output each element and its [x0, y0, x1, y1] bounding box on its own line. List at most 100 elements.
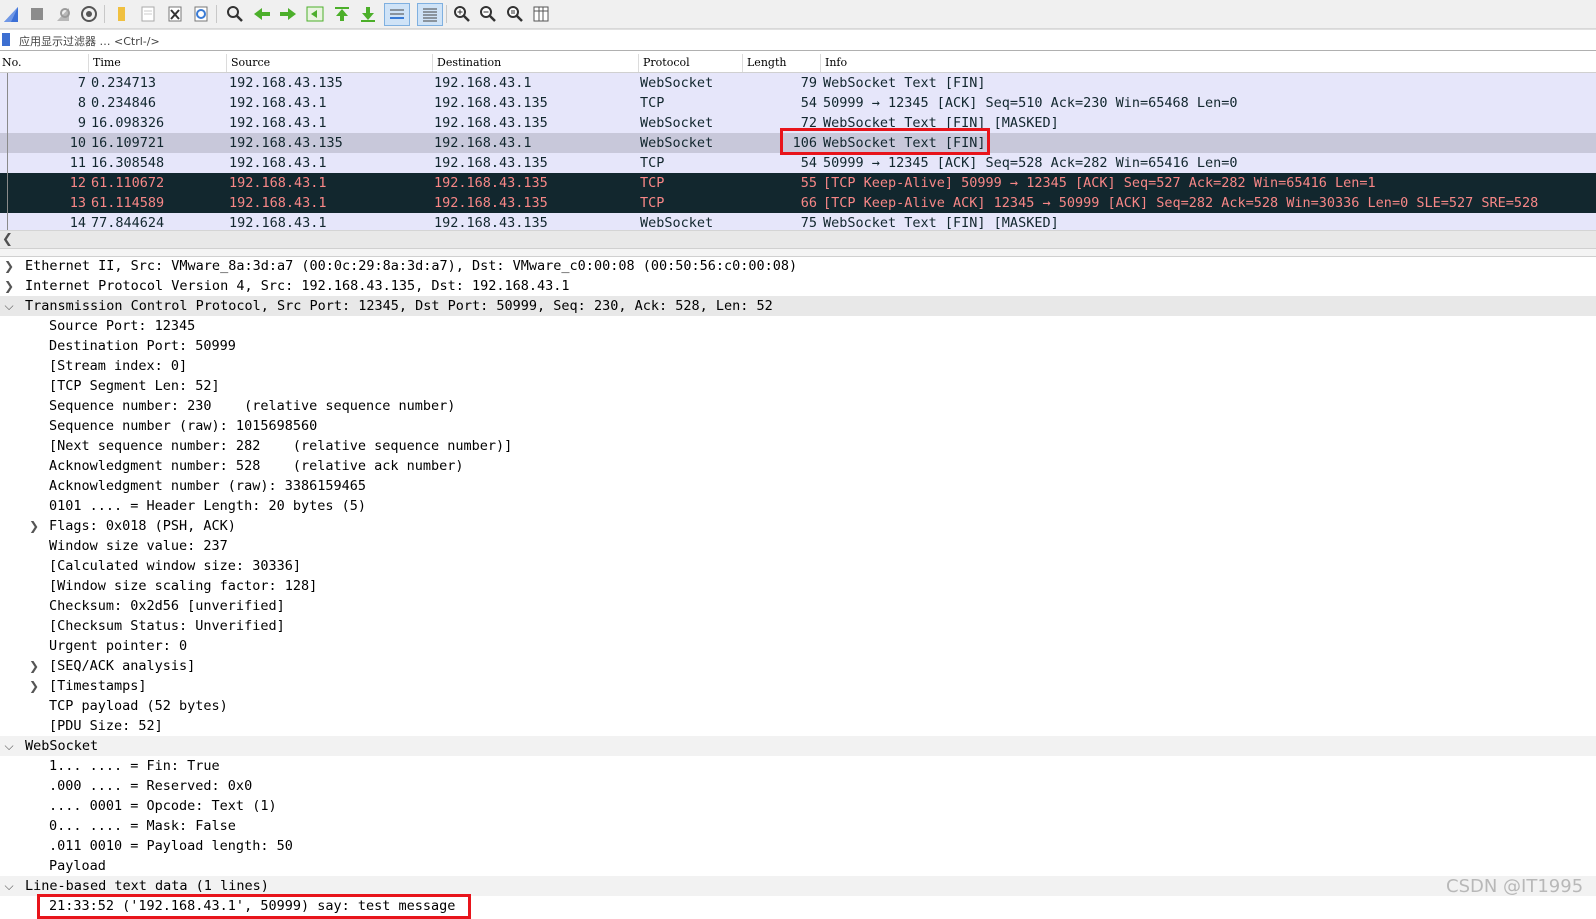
cell-no: 7 — [77, 75, 86, 91]
close-file-icon[interactable] — [164, 3, 186, 24]
tree-leaf[interactable]: TCP payload (52 bytes) — [0, 696, 1596, 716]
cell-destination: 192.168.43.135 — [434, 195, 548, 211]
cell-destination: 192.168.43.135 — [434, 95, 548, 111]
tree-leaf[interactable]: Sequence number (raw): 1015698560 — [0, 416, 1596, 436]
chevron-right-icon[interactable]: ❯ — [27, 656, 41, 676]
tree-item-tcp[interactable]: ⌵ Transmission Control Protocol, Src Por… — [0, 296, 1596, 316]
stop-icon[interactable] — [26, 3, 48, 24]
chevron-down-icon[interactable]: ⌵ — [2, 296, 16, 316]
resize-columns-icon[interactable] — [530, 3, 552, 24]
cell-destination: 192.168.43.135 — [434, 215, 548, 230]
find-icon[interactable] — [224, 3, 246, 24]
tree-item-websocket[interactable]: ⌵ WebSocket — [0, 736, 1596, 756]
tree-item-seq-ack-analysis[interactable]: ❯ [SEQ/ACK analysis] — [0, 656, 1596, 676]
chevron-down-icon[interactable]: ⌵ — [2, 876, 16, 896]
go-to-packet-icon[interactable] — [304, 3, 326, 24]
tree-item-label: .000 .... = Reserved: 0x0 — [49, 778, 253, 794]
tree-leaf[interactable]: [Next sequence number: 282 (relative seq… — [0, 436, 1596, 456]
tree-leaf[interactable]: Urgent pointer: 0 — [0, 636, 1596, 656]
zoom-in-icon[interactable] — [451, 3, 473, 24]
tree-leaf[interactable]: [Stream index: 0] — [0, 356, 1596, 376]
cell-no: 10 — [69, 135, 86, 151]
tree-leaf[interactable]: Acknowledgment number: 528 (relative ack… — [0, 456, 1596, 476]
autoscroll-icon[interactable] — [384, 3, 410, 26]
tree-leaf[interactable]: Window size value: 237 — [0, 536, 1596, 556]
column-header-no[interactable]: No. — [2, 56, 22, 69]
tree-leaf[interactable]: Payload — [0, 856, 1596, 876]
tree-item-label: Acknowledgment number: 528 (relative ack… — [49, 458, 464, 474]
tree-leaf[interactable]: [Checksum Status: Unverified] — [0, 616, 1596, 636]
packet-row[interactable]: 12 61.110672 192.168.43.1 192.168.43.135… — [0, 173, 1596, 193]
display-filter-input[interactable]: 应用显示过滤器 … <Ctrl-/> — [19, 33, 160, 49]
cell-source: 192.168.43.1 — [229, 115, 327, 131]
tree-leaf[interactable]: .000 .... = Reserved: 0x0 — [0, 776, 1596, 796]
cell-protocol: WebSocket — [640, 75, 714, 91]
reload-icon[interactable] — [190, 3, 212, 24]
display-filter-bar[interactable]: 应用显示过滤器 … <Ctrl-/> — [0, 29, 1596, 51]
packet-row[interactable]: 11 16.308548 192.168.43.1 192.168.43.135… — [0, 153, 1596, 173]
tree-item-ipv4[interactable]: ❯ Internet Protocol Version 4, Src: 192.… — [0, 276, 1596, 296]
tree-leaf[interactable]: Checksum: 0x2d56 [unverified] — [0, 596, 1596, 616]
packet-row[interactable]: 14 77.844624 192.168.43.1 192.168.43.135… — [0, 213, 1596, 230]
tree-item-label: 0101 .... = Header Length: 20 bytes (5) — [49, 498, 366, 514]
column-header-info[interactable]: Info — [825, 56, 847, 69]
zoom-out-icon[interactable] — [477, 3, 499, 24]
tree-leaf[interactable]: [PDU Size: 52] — [0, 716, 1596, 736]
chevron-right-icon[interactable]: ❯ — [27, 676, 41, 696]
tree-leaf[interactable]: [Calculated window size: 30336] — [0, 556, 1596, 576]
chevron-down-icon[interactable]: ⌵ — [2, 736, 16, 756]
chevron-right-icon[interactable]: ❯ — [2, 256, 16, 276]
tree-leaf[interactable]: Destination Port: 50999 — [0, 336, 1596, 356]
column-header-time[interactable]: Time — [93, 56, 121, 69]
shark-fin-start-icon[interactable] — [0, 3, 22, 24]
tree-item-timestamps[interactable]: ❯ [Timestamps] — [0, 676, 1596, 696]
scroll-left-icon[interactable]: ❮ — [2, 232, 13, 247]
cell-no: 8 — [77, 95, 86, 111]
tree-item-label: Line-based text data (1 lines) — [25, 878, 269, 894]
column-header-source[interactable]: Source — [231, 56, 270, 69]
tree-item-label: Payload — [49, 858, 106, 874]
tree-leaf[interactable]: .011 0010 = Payload length: 50 — [0, 836, 1596, 856]
packet-row[interactable]: 13 61.114589 192.168.43.1 192.168.43.135… — [0, 193, 1596, 213]
column-header-length[interactable]: Length — [747, 56, 786, 69]
go-forward-icon[interactable] — [277, 3, 299, 24]
packet-list-horizontal-scrollbar[interactable]: ❮ — [0, 230, 1596, 248]
tree-leaf[interactable]: 1... .... = Fin: True — [0, 756, 1596, 776]
bookmark-icon[interactable] — [2, 33, 10, 46]
tree-item-label: Destination Port: 50999 — [49, 338, 236, 354]
open-file-icon[interactable] — [110, 3, 132, 24]
capture-options-icon[interactable] — [78, 3, 100, 24]
cell-destination: 192.168.43.135 — [434, 155, 548, 171]
tree-item-ethernet[interactable]: ❯ Ethernet II, Src: VMware_8a:3d:a7 (00:… — [0, 256, 1596, 276]
tree-leaf[interactable]: [TCP Segment Len: 52] — [0, 376, 1596, 396]
tree-item-line-based-text[interactable]: ⌵ Line-based text data (1 lines) — [0, 876, 1596, 896]
tree-leaf[interactable]: .... 0001 = Opcode: Text (1) — [0, 796, 1596, 816]
packet-row[interactable]: 7 0.234713 192.168.43.135 192.168.43.1 W… — [0, 73, 1596, 93]
colorize-icon[interactable] — [417, 3, 443, 26]
tree-leaf[interactable]: Source Port: 12345 — [0, 316, 1596, 336]
cell-destination: 192.168.43.1 — [434, 135, 532, 151]
tree-item-label: [Next sequence number: 282 (relative seq… — [49, 438, 513, 454]
save-file-icon[interactable] — [137, 3, 159, 24]
tree-leaf[interactable]: Acknowledgment number (raw): 3386159465 — [0, 476, 1596, 496]
go-back-icon[interactable] — [251, 3, 273, 24]
tree-item-label: [Stream index: 0] — [49, 358, 188, 374]
tree-item-label: Flags: 0x018 (PSH, ACK) — [49, 518, 236, 534]
go-first-icon[interactable] — [331, 3, 353, 24]
tree-leaf[interactable]: Sequence number: 230 (relative sequence … — [0, 396, 1596, 416]
tree-leaf[interactable]: 0101 .... = Header Length: 20 bytes (5) — [0, 496, 1596, 516]
go-last-icon[interactable] — [357, 3, 379, 24]
chevron-right-icon[interactable]: ❯ — [27, 516, 41, 536]
cell-destination: 192.168.43.135 — [434, 115, 548, 131]
tree-item-flags[interactable]: ❯ Flags: 0x018 (PSH, ACK) — [0, 516, 1596, 536]
related-packet-indicator — [7, 73, 8, 230]
tree-leaf[interactable]: [Window size scaling factor: 128] — [0, 576, 1596, 596]
packet-row[interactable]: 8 0.234846 192.168.43.1 192.168.43.135 T… — [0, 93, 1596, 113]
zoom-normal-icon[interactable] — [504, 3, 526, 24]
chevron-right-icon[interactable]: ❯ — [2, 276, 16, 296]
restart-icon[interactable] — [52, 3, 74, 24]
column-header-destination[interactable]: Destination — [437, 56, 501, 69]
column-header-protocol[interactable]: Protocol — [643, 56, 690, 69]
tree-leaf[interactable]: 0... .... = Mask: False — [0, 816, 1596, 836]
cell-info: [TCP Keep-Alive ACK] 12345 → 50999 [ACK]… — [823, 195, 1539, 211]
